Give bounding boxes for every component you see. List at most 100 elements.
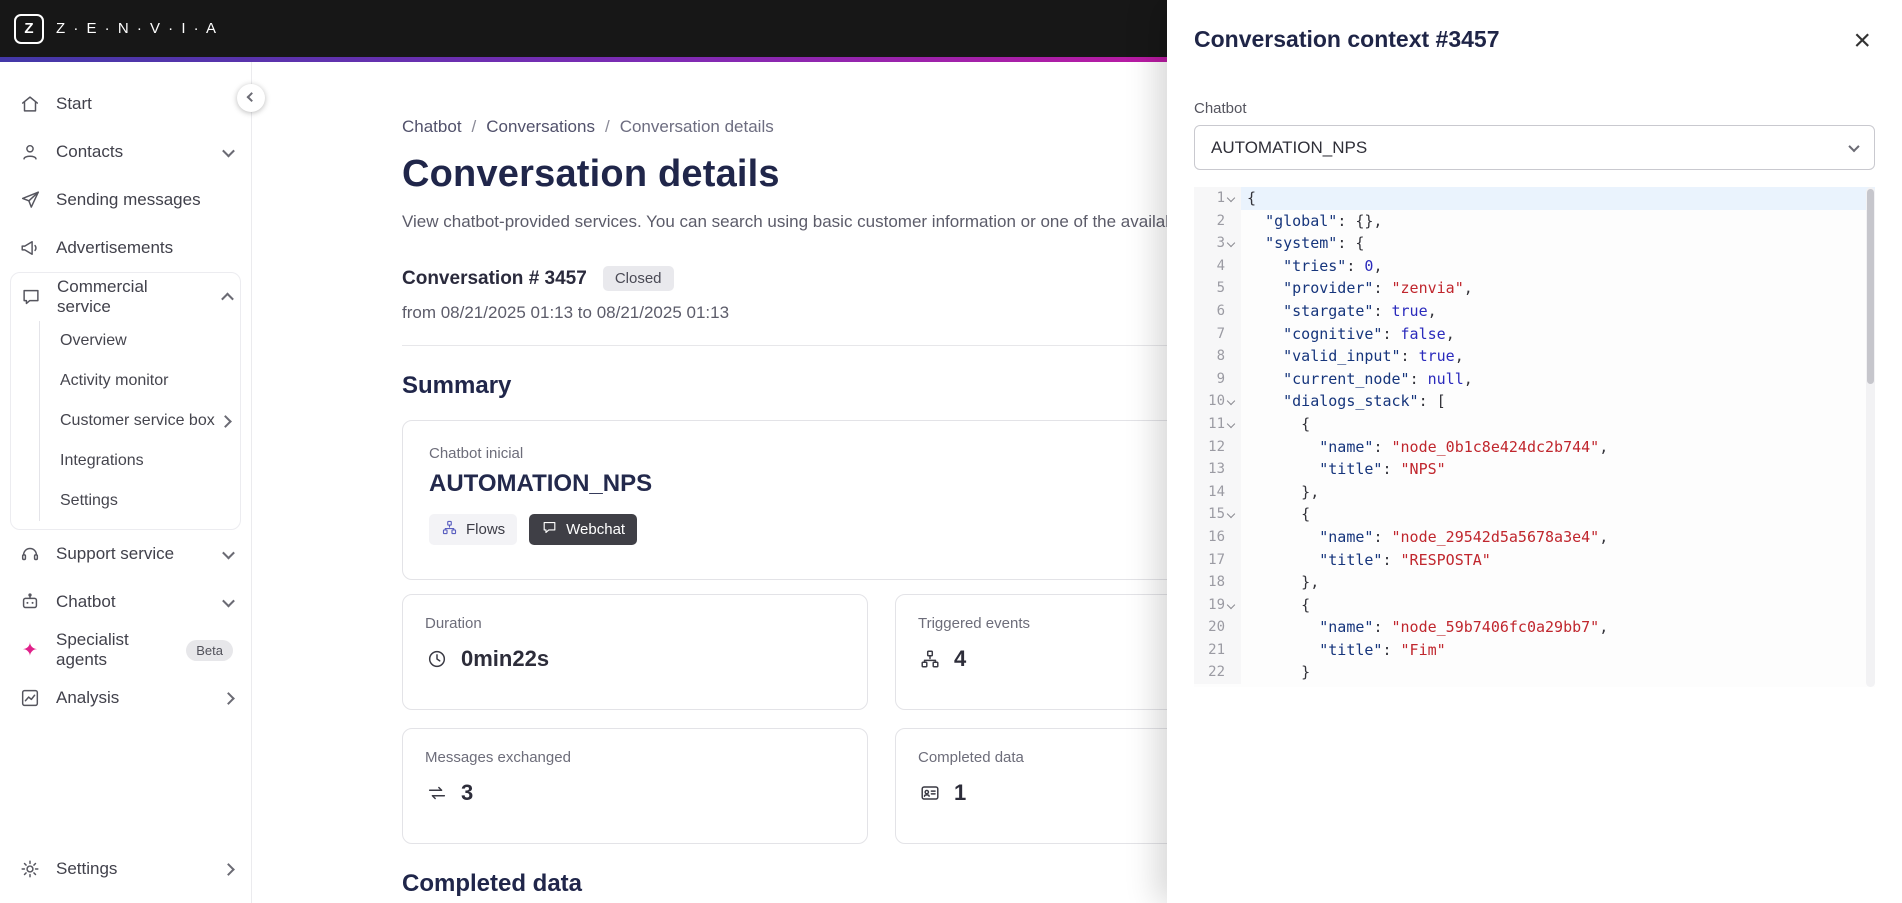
code-line: 13 "title": "NPS" [1194,458,1875,481]
code-line: 17 "title": "RESPOSTA" [1194,548,1875,572]
sidebar-item-settings[interactable]: Settings [0,845,251,893]
sidebar-item-sending-messages[interactable]: Sending messages [0,176,251,224]
close-button[interactable]: × [1849,26,1875,56]
sidebar-item-label: Specialist agents [56,630,129,669]
chevron-right-icon [222,862,235,876]
sidebar-item-label: Advertisements [56,238,174,257]
code-text: "provider": "zenvia", [1283,279,1473,298]
sidebar-item-label: Commercial service [57,277,148,316]
sidebar-subitem-overview[interactable]: Overview [40,321,240,361]
sidebar-item-label: Settings [56,859,118,878]
chatbot-select-label: Chatbot [1194,100,1247,117]
sidebar-item-advertisements[interactable]: Advertisements [0,224,251,272]
line-number: 5 [1216,280,1225,297]
code-line: 8 "valid_input": true, [1194,345,1875,368]
sidebar-subitem-customer-service-box[interactable]: Customer service box [40,401,240,441]
sidebar-item-label: Start [56,94,92,113]
line-number: 1 [1216,190,1225,206]
fold-arrow-icon[interactable] [1225,503,1241,526]
code-text: } [1247,663,1311,682]
gear-icon [18,857,42,881]
line-number: 4 [1216,257,1225,274]
sidebar-item-support-service[interactable]: Support service [0,530,251,578]
close-icon: × [1853,24,1871,57]
line-number: 3 [1216,235,1225,252]
line-number: 17 [1208,551,1225,568]
code-text: "current_node": null, [1283,369,1473,388]
clock-icon [425,647,449,671]
line-number: 12 [1208,438,1225,455]
code-lines: 1{2 "global": {}, 3 "system": {4 "tries":… [1194,187,1875,685]
sidebar-item-label: Support service [56,544,175,563]
sidebar-collapse-button[interactable] [237,84,265,112]
line-number: 15 [1208,506,1225,523]
code-text: "dialogs_stack": [ [1283,392,1446,411]
id-card-icon [918,781,942,805]
subitem-label: Customer service box [60,412,215,429]
beta-badge: Beta [186,639,233,661]
chevron-up-icon [221,292,234,305]
line-number: 18 [1208,574,1225,591]
sidebar-item-start[interactable]: Start [0,80,251,128]
code-text: "valid_input": true, [1283,347,1464,366]
code-line: 15 { [1194,503,1875,526]
line-number: 20 [1208,619,1225,636]
send-icon [18,188,42,212]
sidebar-subitem-activity-monitor[interactable]: Activity monitor [40,361,240,401]
line-number: 16 [1208,528,1225,545]
zenvia-logo[interactable]: Z Z · E · N · V · I · A [14,13,218,44]
metric-value: 0min22s [461,646,550,671]
breadcrumb-link-chatbot[interactable]: Chatbot [402,117,462,137]
metric-card-duration: Duration 0min22s [402,594,868,710]
fold-arrow-icon[interactable] [1225,594,1241,617]
code-text: "global": {}, [1265,211,1383,230]
chatbot-select[interactable]: AUTOMATION_NPS [1194,125,1875,170]
sidebar-item-analysis[interactable]: Analysis [0,674,251,722]
metric-label: Duration [425,615,482,632]
code-line: 20 "name": "node_59b7406fc0a29bb7", [1194,616,1875,639]
sidebar: Start Contacts Sending messages Advertis… [0,62,265,903]
fold-gutter [1225,549,1241,572]
code-line: 19 { [1194,593,1875,617]
fold-arrow-icon[interactable] [1225,413,1241,436]
line-number: 14 [1208,483,1225,500]
drawer-title: Conversation context #3457 [1194,26,1500,52]
chevron-down-icon [222,594,235,607]
code-line: 5 "provider": "zenvia", [1194,277,1875,300]
line-number: 9 [1216,370,1225,387]
sidebar-item-commercial-service[interactable]: Commercial service [11,273,240,321]
json-context-editor[interactable]: 1{2 "global": {}, 3 "system": {4 "tries":… [1194,187,1875,687]
code-text: "cognitive": false, [1283,324,1455,343]
code-text: "name": "node_59b7406fc0a29bb7", [1319,618,1609,637]
code-text: { [1247,189,1257,207]
code-line: 14 }, [1194,480,1875,504]
sidebar-subitem-integrations[interactable]: Integrations [40,441,240,481]
commercial-service-submenu: Overview Activity monitor Customer servi… [39,321,240,521]
subitem-label: Settings [60,492,118,509]
fold-arrow-icon[interactable] [1225,390,1241,413]
sidebar-subitem-settings[interactable]: Settings [40,481,240,521]
editor-scrollbar-thumb[interactable] [1867,189,1874,384]
breadcrumb-link-conversations[interactable]: Conversations [486,117,595,137]
sidebar-item-chatbot[interactable]: Chatbot [0,578,251,626]
fold-gutter [1225,210,1241,233]
fold-gutter [1225,436,1241,459]
exchange-arrows-icon [425,781,449,805]
fold-arrow-icon[interactable] [1225,232,1241,255]
code-text: { [1247,505,1311,524]
headset-icon [18,542,42,566]
chevron-right-icon [219,414,232,428]
workflow-icon [441,519,458,540]
zenvia-logo-icon: Z [14,13,44,44]
line-number: 7 [1216,325,1225,342]
fold-arrow-icon[interactable] [1225,187,1241,210]
code-line: 18 }, [1194,571,1875,594]
sidebar-item-contacts[interactable]: Contacts [0,128,251,176]
workflow-icon [918,647,942,671]
code-line: 6 "stargate": true, [1194,299,1875,323]
chevron-down-icon [1848,140,1860,152]
code-line: 10 "dialogs_stack": [ [1194,390,1875,413]
fold-gutter [1225,639,1241,662]
code-text: "title": "RESPOSTA" [1319,550,1491,569]
sidebar-item-specialist-agents[interactable]: ✦ Specialist agents Beta [0,626,251,674]
